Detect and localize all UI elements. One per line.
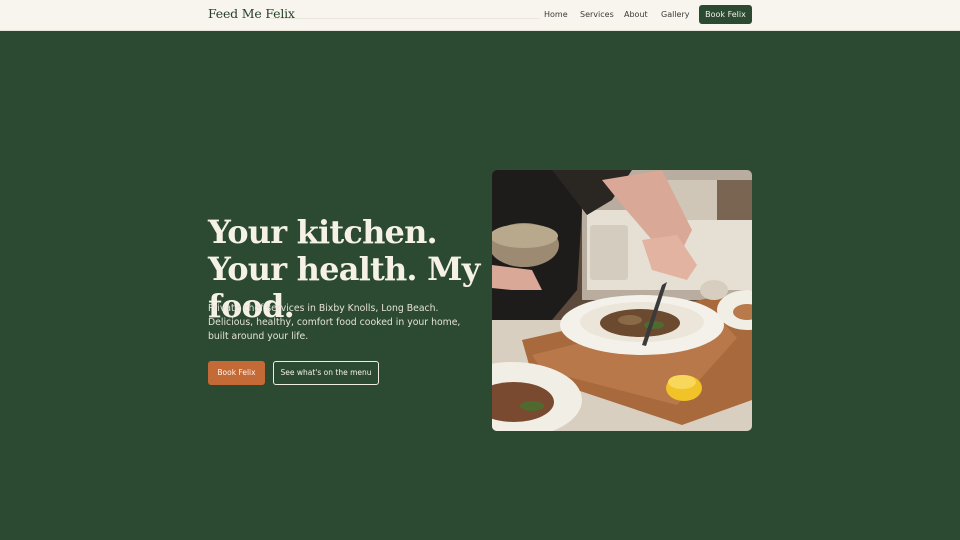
hero-subtitle: Private chef services in Bixby Knolls, L… xyxy=(208,303,461,342)
nav-link-gallery[interactable]: Gallery xyxy=(661,10,690,19)
nav-link-services[interactable]: Services xyxy=(580,10,614,19)
book-felix-button[interactable]: Book Felix xyxy=(208,361,265,385)
nav-book-button[interactable]: Book Felix xyxy=(699,5,752,24)
see-menu-button[interactable]: See what's on the menu xyxy=(273,361,379,385)
nav-link-home[interactable]: Home xyxy=(544,10,568,19)
chef-plating-photo xyxy=(492,170,752,431)
top-nav: Feed Me Felix Home Services About Galler… xyxy=(0,0,960,31)
nav-divider xyxy=(270,18,540,19)
nav-link-about[interactable]: About xyxy=(624,10,648,19)
